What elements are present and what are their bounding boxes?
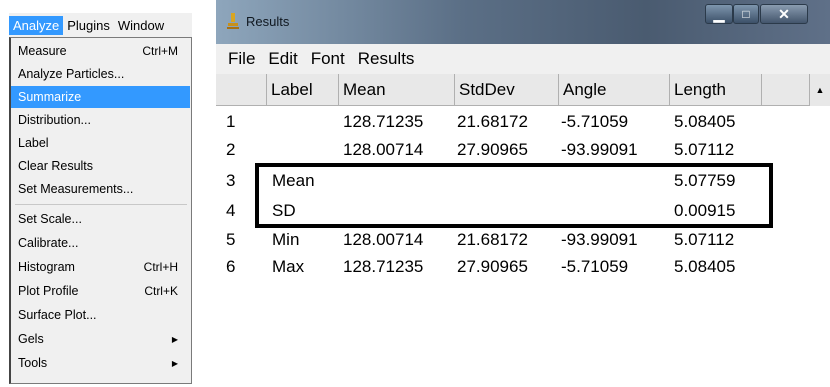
column-header-label[interactable]: Label	[267, 74, 339, 106]
submenu-arrow-icon: ▶	[171, 358, 178, 368]
cell-angle: -93.99091	[561, 230, 638, 249]
cell-label: Max	[272, 257, 305, 276]
cell-stddev: 27.90965	[457, 257, 528, 276]
menu-font[interactable]: Font	[311, 49, 345, 69]
column-header-stddev[interactable]: StdDev	[455, 74, 559, 106]
title-bar[interactable]: Results ▁ □ ✕	[216, 0, 830, 44]
cell-length: 5.07112	[674, 140, 735, 159]
minimize-icon: ▁	[713, 5, 725, 22]
table-header: Label Mean StdDev Angle Length	[216, 74, 830, 106]
cell-mean: 128.00714	[343, 230, 424, 249]
minimize-button[interactable]: ▁	[705, 4, 733, 24]
menu-item-label: Summarize	[18, 90, 82, 104]
menu-item-label: Clear Results	[18, 159, 94, 173]
menu-item-measure[interactable]: Measure Ctrl+M	[11, 40, 190, 62]
column-header-mean[interactable]: Mean	[339, 74, 455, 106]
menu-item-label: Measure	[18, 44, 67, 58]
row-index: 2	[226, 140, 236, 159]
menu-file[interactable]: File	[228, 49, 255, 69]
row-index: 5	[226, 230, 236, 249]
close-icon: ✕	[778, 5, 790, 22]
menu-item-histogram[interactable]: Histogram Ctrl+H	[11, 256, 190, 278]
imagej-microscope-icon	[227, 13, 239, 29]
cell-angle: -93.99091	[561, 140, 638, 159]
cell-angle: -5.71059	[561, 112, 629, 131]
cell-length: 5.08405	[674, 112, 736, 131]
results-window: Results ▁ □ ✕ File Edit Font Results Lab…	[216, 0, 830, 387]
menu-item-label: Label	[18, 136, 49, 150]
menu-item-clear-results[interactable]: Clear Results	[11, 155, 190, 177]
menu-item-set-measurements[interactable]: Set Measurements...	[11, 178, 190, 200]
cell-label: Min	[272, 230, 300, 249]
menu-item-shortcut: Ctrl+H	[143, 260, 178, 274]
cell-mean: 128.00714	[343, 140, 424, 159]
menu-item-analyze-particles[interactable]: Analyze Particles...	[11, 63, 190, 85]
menu-item-label: Set Scale...	[18, 212, 82, 226]
cell-stddev: 21.68172	[457, 112, 528, 131]
scroll-up-arrow-icon[interactable]: ▲	[810, 74, 830, 106]
submenu-arrow-icon: ▶	[171, 334, 178, 344]
highlight-box	[255, 163, 773, 228]
cell-stddev: 27.90965	[457, 140, 528, 159]
column-header-empty	[762, 74, 810, 106]
cell-length: 5.08405	[674, 257, 736, 276]
menu-item-summarize[interactable]: Summarize	[11, 86, 190, 108]
menu-item-shortcut: Ctrl+K	[144, 284, 178, 298]
menu-separator	[15, 204, 187, 205]
column-header-index[interactable]	[216, 74, 267, 106]
cell-stddev: 21.68172	[457, 230, 528, 249]
analyze-dropdown-menu: Measure Ctrl+M Analyze Particles... Summ…	[9, 37, 192, 384]
close-button[interactable]: ✕	[760, 4, 808, 24]
cell-mean: 128.71235	[343, 112, 424, 131]
row-index: 6	[226, 257, 236, 276]
menu-item-label: Tools	[18, 356, 48, 370]
maximize-icon: □	[742, 7, 750, 21]
menu-item-label: Plot Profile	[18, 284, 79, 298]
cell-angle: -5.71059	[561, 257, 629, 276]
row-index: 4	[226, 201, 236, 220]
menu-item-tools[interactable]: Tools ▶	[11, 352, 190, 374]
menu-item-label: Histogram	[18, 260, 75, 274]
menu-item-label-cmd[interactable]: Label	[11, 132, 190, 154]
cell-mean: 128.71235	[343, 257, 424, 276]
menu-item-distribution[interactable]: Distribution...	[11, 109, 190, 131]
menu-bar: Analyze Plugins Window	[9, 13, 192, 37]
menu-item-plot-profile[interactable]: Plot Profile Ctrl+K	[11, 280, 190, 302]
row-index: 3	[226, 171, 236, 190]
menu-item-label: Distribution...	[18, 113, 91, 127]
window-title: Results	[246, 14, 290, 29]
menu-item-label: Set Measurements...	[18, 182, 134, 196]
menu-item-gels[interactable]: Gels ▶	[11, 328, 190, 350]
menu-window[interactable]: Window	[114, 16, 168, 35]
maximize-button[interactable]: □	[733, 4, 759, 24]
menu-plugins[interactable]: Plugins	[63, 16, 114, 35]
menu-edit[interactable]: Edit	[268, 49, 297, 69]
results-menu-bar: File Edit Font Results	[216, 44, 830, 74]
cell-length: 5.07112	[674, 230, 735, 249]
menu-item-label: Analyze Particles...	[18, 67, 125, 81]
menu-item-label: Calibrate...	[18, 236, 79, 250]
column-header-length[interactable]: Length	[670, 74, 762, 106]
menu-item-shortcut: Ctrl+M	[142, 44, 178, 58]
menu-item-calibrate[interactable]: Calibrate...	[11, 232, 190, 254]
menu-item-label: Gels	[18, 332, 44, 346]
menu-item-surface-plot[interactable]: Surface Plot...	[11, 304, 190, 326]
menu-item-set-scale[interactable]: Set Scale...	[11, 208, 190, 230]
menu-item-label: Surface Plot...	[18, 308, 97, 322]
column-header-angle[interactable]: Angle	[559, 74, 670, 106]
menu-analyze[interactable]: Analyze	[9, 15, 64, 35]
row-index: 1	[226, 112, 236, 131]
menu-results[interactable]: Results	[358, 49, 415, 69]
